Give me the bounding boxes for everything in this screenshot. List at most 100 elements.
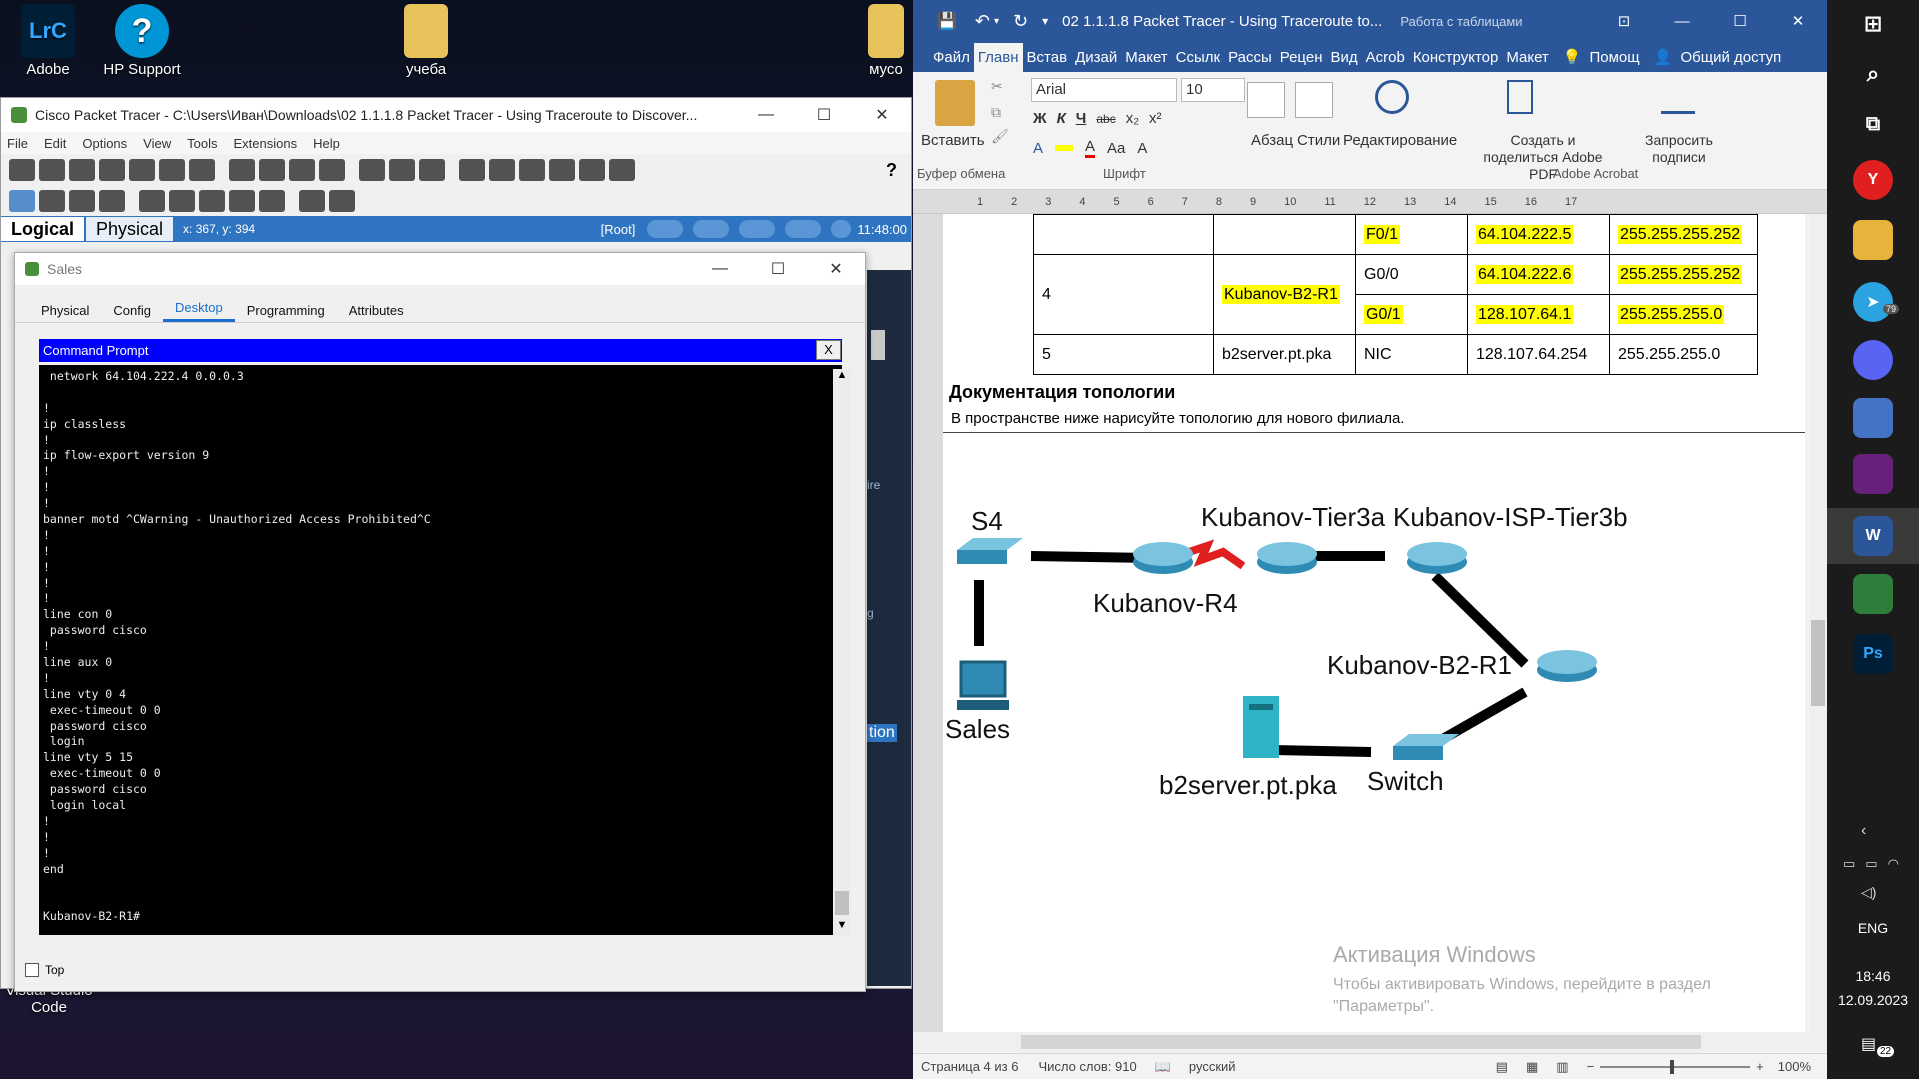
paragraph-icon[interactable] bbox=[1247, 82, 1285, 118]
highlight-color-icon[interactable] bbox=[1055, 145, 1074, 151]
close-button[interactable]: ✕ bbox=[807, 259, 865, 279]
chevron-down-icon[interactable]: ▼ bbox=[833, 919, 851, 931]
chevron-left-icon[interactable]: ‹ bbox=[1861, 822, 1866, 840]
tab-physical[interactable]: Physical bbox=[86, 217, 174, 241]
styles-icon[interactable] bbox=[1295, 82, 1333, 118]
lightbulb-icon[interactable]: 💡 bbox=[1559, 48, 1586, 72]
tab-physical[interactable]: Physical bbox=[29, 299, 101, 322]
notifications-icon[interactable]: ▤ bbox=[1861, 1034, 1876, 1054]
tab-logical[interactable]: Logical bbox=[1, 217, 85, 241]
copy-icon[interactable] bbox=[229, 159, 255, 181]
table-cell[interactable]: 255.255.255.0 bbox=[1609, 334, 1758, 375]
close-button[interactable]: ✕ bbox=[853, 105, 911, 125]
italic-button[interactable]: К bbox=[1057, 110, 1066, 127]
page-indicator[interactable]: Страница 4 из 6 bbox=[921, 1059, 1018, 1074]
styles-button[interactable]: Стили bbox=[1297, 132, 1340, 149]
delete-tool-icon[interactable] bbox=[69, 190, 95, 212]
photoshop-icon[interactable]: Ps bbox=[1853, 634, 1893, 674]
print-layout-icon[interactable]: ▦ bbox=[1526, 1059, 1538, 1075]
text-effects-button[interactable]: A bbox=[1033, 140, 1043, 157]
table-cell[interactable]: G0/0 bbox=[1355, 254, 1468, 295]
set-background-icon[interactable] bbox=[785, 220, 822, 238]
visual-studio-icon[interactable] bbox=[1853, 454, 1893, 494]
workspace-area[interactable]: ire g tion bbox=[867, 270, 911, 986]
maximize-button[interactable]: ☐ bbox=[795, 105, 853, 125]
menu-help[interactable]: Help bbox=[313, 136, 340, 151]
network-icon[interactable]: ▭ bbox=[1843, 856, 1855, 872]
menu-tools[interactable]: Tools bbox=[187, 136, 217, 151]
tab-references[interactable]: Ссылк bbox=[1172, 49, 1224, 72]
table-cell[interactable]: 255.255.255.252 bbox=[1609, 254, 1758, 295]
subscript-button[interactable]: x₂ bbox=[1126, 110, 1139, 127]
complex-pdu-icon[interactable] bbox=[329, 190, 355, 212]
discord-icon[interactable] bbox=[1853, 340, 1893, 380]
workspace-scrollbar[interactable] bbox=[871, 330, 885, 360]
menu-view[interactable]: View bbox=[143, 136, 171, 151]
task-view-icon[interactable]: ⧉ bbox=[1853, 104, 1893, 144]
tab-review[interactable]: Рецен bbox=[1276, 49, 1327, 72]
table-cell[interactable]: 4 bbox=[1033, 254, 1214, 335]
copy-icon[interactable]: ⧉ bbox=[991, 104, 1001, 121]
device-template-icon[interactable] bbox=[519, 159, 545, 181]
redo-icon[interactable]: ↻ bbox=[1013, 11, 1028, 32]
info-icon[interactable] bbox=[129, 159, 155, 181]
windows-start-icon[interactable]: ⊞ bbox=[1853, 4, 1893, 44]
web-layout-icon[interactable]: ▥ bbox=[1556, 1059, 1568, 1075]
desktop-icon-adobe[interactable]: LrC Adobe bbox=[0, 4, 96, 78]
chevron-up-icon[interactable]: ▲ bbox=[833, 369, 851, 381]
vertical-ruler[interactable] bbox=[913, 214, 943, 1032]
menu-file[interactable]: File bbox=[7, 136, 28, 151]
tab-config[interactable]: Config bbox=[101, 299, 163, 322]
tab-view[interactable]: Вид bbox=[1326, 49, 1361, 72]
paste-button[interactable]: Вставить bbox=[921, 132, 985, 149]
input-language[interactable]: ENG bbox=[1827, 920, 1919, 936]
font-name-select[interactable]: Arial bbox=[1031, 78, 1177, 102]
clock-time[interactable]: 18:46 bbox=[1827, 968, 1919, 984]
zoom-slider-handle[interactable] bbox=[1670, 1059, 1675, 1074]
menu-options[interactable]: Options bbox=[82, 136, 127, 151]
redo-icon[interactable] bbox=[319, 159, 345, 181]
search-icon[interactable] bbox=[1375, 80, 1409, 114]
ribbon-display-icon[interactable]: ⊡ bbox=[1595, 12, 1653, 30]
terminal-scrollbar[interactable]: ▲ ▼ bbox=[833, 369, 851, 937]
desktop-icon-hp-support[interactable]: ? HP Support bbox=[94, 4, 190, 78]
minimize-button[interactable]: — bbox=[691, 260, 749, 278]
font-size-select[interactable]: 10 bbox=[1181, 78, 1245, 102]
editing-button[interactable]: Редактирование bbox=[1343, 132, 1457, 149]
tab-attributes[interactable]: Attributes bbox=[337, 299, 416, 322]
document-page[interactable]: F0/1 64.104.222.5 255.255.255.252 4 Kubanov-… bbox=[943, 214, 1805, 1032]
wifi-icon[interactable]: ◠ bbox=[1888, 856, 1899, 872]
table-cell[interactable]: F0/1 bbox=[1355, 214, 1468, 255]
table-cell[interactable]: 5 bbox=[1033, 334, 1214, 375]
change-case-button[interactable]: Aa bbox=[1107, 140, 1125, 157]
yandex-browser-icon[interactable]: Y bbox=[1853, 160, 1893, 200]
table-cell[interactable]: 128.107.64.254 bbox=[1467, 334, 1610, 375]
save-icon[interactable] bbox=[69, 159, 95, 181]
language-indicator[interactable]: русский bbox=[1189, 1059, 1236, 1074]
new-file-icon[interactable] bbox=[9, 159, 35, 181]
search-icon[interactable]: ⌕ bbox=[1853, 54, 1893, 94]
packet-tracer-icon[interactable] bbox=[1853, 574, 1893, 614]
pgadmin-icon[interactable] bbox=[1853, 398, 1893, 438]
table-cell[interactable]: Kubanov-B2-R1 bbox=[1213, 254, 1356, 335]
desktop-icon-ucheba[interactable]: учеба bbox=[378, 4, 474, 78]
tab-acrobat[interactable]: Acrob bbox=[1362, 49, 1409, 72]
tab-design[interactable]: Дизай bbox=[1071, 49, 1121, 72]
paragraph-button[interactable]: Абзац bbox=[1251, 132, 1293, 149]
note-tool-icon[interactable] bbox=[139, 190, 165, 212]
word-count[interactable]: Число слов: 910 bbox=[1038, 1059, 1136, 1074]
request-signatures-button[interactable]: Запросить подписи bbox=[1631, 132, 1727, 166]
terminal-output[interactable]: network 64.104.222.4 0.0.0.3! ip classles… bbox=[39, 365, 842, 935]
drawing-palette-icon[interactable] bbox=[459, 159, 485, 181]
freeform-icon[interactable] bbox=[259, 190, 285, 212]
horizontal-ruler[interactable]: 1 2 3 4 5 6 7 8 9 10 11 12 13 14 15 16 17 bbox=[913, 190, 1827, 214]
tab-mailings[interactable]: Рассы bbox=[1224, 49, 1276, 72]
table-cell[interactable]: 255.255.255.0 bbox=[1609, 294, 1758, 335]
cloud-icon[interactable] bbox=[693, 220, 730, 238]
scrollbar-thumb[interactable] bbox=[1021, 1035, 1701, 1049]
move-object-icon[interactable] bbox=[739, 220, 776, 238]
menu-edit[interactable]: Edit bbox=[44, 136, 66, 151]
menu-extensions[interactable]: Extensions bbox=[233, 136, 297, 151]
inspect-tool-icon[interactable] bbox=[39, 190, 65, 212]
strikethrough-button[interactable]: abc bbox=[1096, 112, 1115, 126]
